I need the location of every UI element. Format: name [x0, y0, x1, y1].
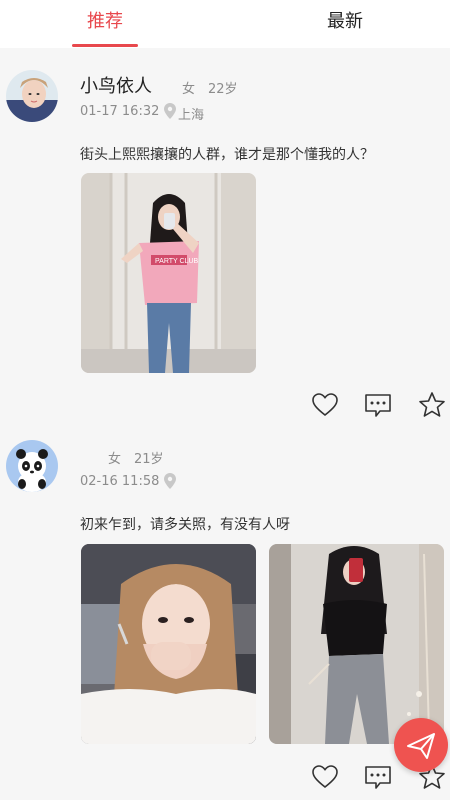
post-photo[interactable] — [81, 544, 256, 744]
post-photo[interactable]: PARTY CLUB — [81, 173, 256, 373]
post-text: 初来乍到，请多关照，有没有人呀 — [80, 517, 290, 533]
post-time: 02-16 11:58 — [80, 474, 160, 489]
star-icon — [419, 392, 445, 417]
avatar[interactable] — [6, 440, 58, 492]
heart-icon — [312, 765, 338, 789]
active-tab-indicator — [72, 44, 138, 47]
comment-icon — [365, 394, 391, 417]
heart-icon — [312, 393, 338, 417]
shirt-print: PARTY CLUB — [155, 258, 199, 265]
top-tab-bar: 推荐 最新 — [0, 0, 450, 48]
like-button[interactable] — [310, 762, 340, 792]
post-text: 街头上熙熙攘攘的人群，谁才是那个懂我的人？ — [80, 147, 374, 163]
comment-button[interactable] — [363, 390, 393, 420]
post-card: 女 21岁 02-16 11:58 初来乍到，请多关照，有没有人呀 — [0, 430, 450, 800]
location-pin-icon — [164, 103, 176, 123]
gender: 女 — [108, 452, 122, 467]
send-icon — [407, 733, 435, 759]
comment-icon — [365, 766, 391, 789]
comment-button[interactable] — [363, 762, 393, 792]
tab-recommended[interactable]: 推荐 — [50, 0, 160, 48]
post-location: 上海 — [178, 108, 205, 123]
gender: 女 — [182, 82, 196, 97]
avatar[interactable] — [6, 70, 58, 122]
age: 21岁 — [134, 452, 164, 467]
age: 22岁 — [208, 82, 238, 97]
post-photo[interactable] — [269, 544, 444, 744]
publish-button[interactable] — [394, 718, 448, 772]
username[interactable]: 小鸟依人 — [80, 72, 152, 98]
tab-latest[interactable]: 最新 — [290, 0, 400, 48]
location-pin-icon — [164, 473, 176, 493]
like-button[interactable] — [310, 390, 340, 420]
post-card: 小鸟依人 女 22岁 01-17 16:32 上海 街头上熙熙攘攘的人群，谁才是… — [0, 48, 450, 430]
post-time: 01-17 16:32 — [80, 104, 160, 119]
favorite-button[interactable] — [417, 390, 447, 420]
